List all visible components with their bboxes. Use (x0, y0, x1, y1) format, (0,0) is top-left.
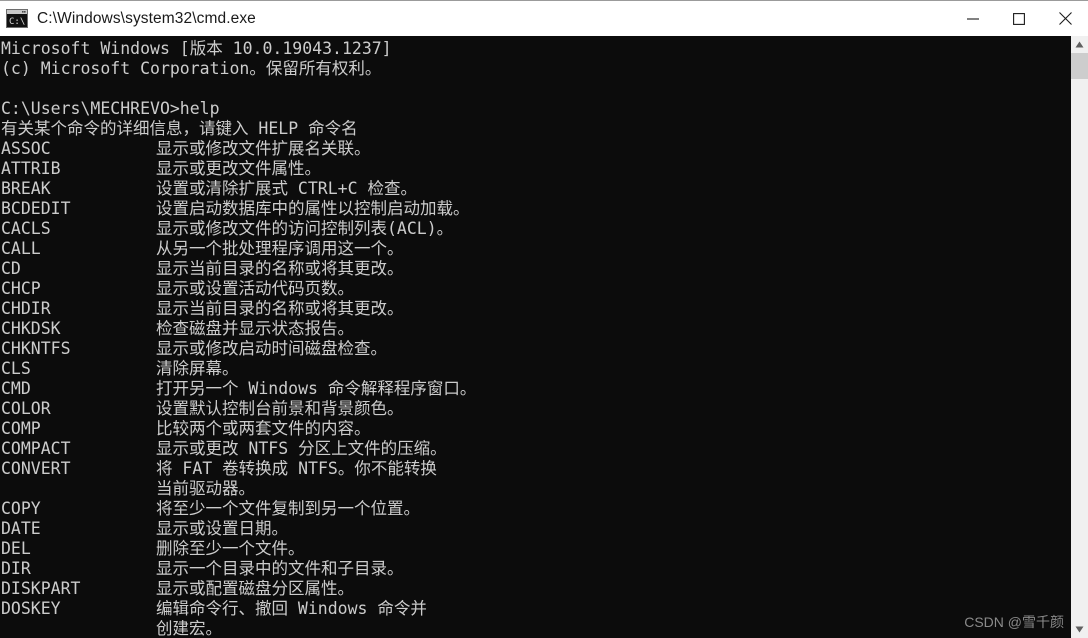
command-name: DEL (1, 539, 31, 558)
console-command-wrap-line: 创建宏。 (1, 619, 1071, 638)
window-controls (950, 1, 1088, 37)
title-bar-left: C:\ C:\Windows\system32\cmd.exe (0, 1, 950, 36)
command-name: CHKNTFS (1, 339, 71, 358)
command-description: 设置启动数据库中的属性以控制启动加载。 (156, 199, 470, 218)
command-description: 打开另一个 Windows 命令解释程序窗口。 (156, 379, 477, 398)
cmd-console-icon: C:\ (6, 9, 28, 28)
command-description: 显示或设置活动代码页数。 (156, 279, 354, 298)
console-command-line: BREAK 设置或清除扩展式 CTRL+C 检查。 (1, 179, 1071, 199)
console-command-line: CLS 清除屏幕。 (1, 359, 1071, 379)
command-description: 显示或配置磁盘分区属性。 (156, 579, 354, 598)
command-description: 显示或更改文件属性。 (156, 159, 321, 178)
console-command-line: CMD 打开另一个 Windows 命令解释程序窗口。 (1, 379, 1071, 399)
svg-text:C:\: C:\ (9, 17, 25, 27)
command-name: COMP (1, 419, 41, 438)
console-output-area[interactable]: Microsoft Windows [版本 10.0.19043.1237] (c… (0, 36, 1071, 638)
command-name: CHCP (1, 279, 41, 298)
command-description-continued: 创建宏。 (156, 619, 222, 638)
command-name: COPY (1, 499, 41, 518)
scrollbar-track[interactable] (1071, 53, 1088, 621)
command-name: DISKPART (1, 579, 81, 598)
minimize-button[interactable] (950, 1, 996, 37)
console-command-line: ATTRIB 显示或更改文件属性。 (1, 159, 1071, 179)
maximize-button[interactable] (996, 1, 1042, 37)
console-command-line: CHKNTFS 显示或修改启动时间磁盘检查。 (1, 339, 1071, 359)
command-description: 从另一个批处理程序调用这一个。 (156, 239, 404, 258)
command-description: 显示或修改文件扩展名关联。 (156, 139, 371, 158)
command-description: 编辑命令行、撤回 Windows 命令并 (156, 599, 427, 618)
console-command-line: CHDIR 显示当前目录的名称或将其更改。 (1, 299, 1071, 319)
command-description: 显示或修改文件的访问控制列表(ACL)。 (156, 219, 454, 238)
console-header-line: 有关某个命令的详细信息，请键入 HELP 命令名 (1, 119, 358, 138)
command-description: 检查磁盘并显示状态报告。 (156, 319, 354, 338)
command-name: ATTRIB (1, 159, 61, 178)
command-name: ASSOC (1, 139, 51, 158)
command-name: CLS (1, 359, 31, 378)
command-name: CONVERT (1, 459, 71, 478)
console-command-line: COPY 将至少一个文件复制到另一个位置。 (1, 499, 1071, 519)
scroll-up-arrow-icon[interactable] (1071, 36, 1088, 53)
console-command-line: DOSKEY 编辑命令行、撤回 Windows 命令并 (1, 599, 1071, 619)
scrollbar-thumb[interactable] (1071, 53, 1088, 79)
console-header-line: Microsoft Windows [版本 10.0.19043.1237] (1, 39, 392, 58)
command-name: DATE (1, 519, 41, 538)
command-name: CALL (1, 239, 41, 258)
console-text: Microsoft Windows [版本 10.0.19043.1237] (c… (0, 36, 1071, 638)
console-command-line: DATE 显示或设置日期。 (1, 519, 1071, 539)
command-description: 显示当前目录的名称或将其更改。 (156, 259, 404, 278)
command-name: DOSKEY (1, 599, 61, 618)
console-command-wrap-line: 当前驱动器。 (1, 479, 1071, 499)
console-command-line: BCDEDIT 设置启动数据库中的属性以控制启动加载。 (1, 199, 1071, 219)
command-name: DIR (1, 559, 31, 578)
console-command-line: COMPACT 显示或更改 NTFS 分区上文件的压缩。 (1, 439, 1071, 459)
console-command-line: CHKDSK 检查磁盘并显示状态报告。 (1, 319, 1071, 339)
command-name: COMPACT (1, 439, 71, 458)
command-description: 删除至少一个文件。 (156, 539, 305, 558)
console-header-line: (c) Microsoft Corporation。保留所有权利。 (1, 59, 382, 78)
command-name: CHDIR (1, 299, 51, 318)
command-name: COLOR (1, 399, 51, 418)
command-description: 显示或更改 NTFS 分区上文件的压缩。 (156, 439, 447, 458)
scroll-down-arrow-icon[interactable] (1071, 621, 1088, 638)
command-description: 显示或设置日期。 (156, 519, 288, 538)
console-command-line: CALL 从另一个批处理程序调用这一个。 (1, 239, 1071, 259)
command-description-continued: 当前驱动器。 (156, 479, 255, 498)
command-description: 将至少一个文件复制到另一个位置。 (156, 499, 420, 518)
console-command-line: COLOR 设置默认控制台前景和背景颜色。 (1, 399, 1071, 419)
command-description: 清除屏幕。 (156, 359, 239, 378)
vertical-scrollbar[interactable] (1071, 36, 1088, 638)
console-command-line: CONVERT 将 FAT 卷转换成 NTFS。你不能转换 (1, 459, 1071, 479)
command-name: BCDEDIT (1, 199, 71, 218)
console-command-line: ASSOC 显示或修改文件扩展名关联。 (1, 139, 1071, 159)
console-command-line: DEL 删除至少一个文件。 (1, 539, 1071, 559)
command-name: CD (1, 259, 21, 278)
command-description: 设置或清除扩展式 CTRL+C 检查。 (156, 179, 417, 198)
command-name: BREAK (1, 179, 51, 198)
close-button[interactable] (1042, 1, 1088, 37)
command-description: 显示一个目录中的文件和子目录。 (156, 559, 404, 578)
command-description: 设置默认控制台前景和背景颜色。 (156, 399, 404, 418)
cmd-window: C:\ C:\Windows\system32\cmd.exe Microsof… (0, 0, 1088, 638)
title-bar[interactable]: C:\ C:\Windows\system32\cmd.exe (0, 0, 1088, 36)
command-name: CHKDSK (1, 319, 61, 338)
command-name: CACLS (1, 219, 51, 238)
console-command-line: DIR 显示一个目录中的文件和子目录。 (1, 559, 1071, 579)
console-header-line: C:\Users\MECHREVO>help (1, 99, 220, 118)
console-command-line: CACLS 显示或修改文件的访问控制列表(ACL)。 (1, 219, 1071, 239)
command-description: 将 FAT 卷转换成 NTFS。你不能转换 (156, 459, 437, 478)
command-description: 显示当前目录的名称或将其更改。 (156, 299, 404, 318)
command-description: 比较两个或两套文件的内容。 (156, 419, 371, 438)
console-command-line: CD 显示当前目录的名称或将其更改。 (1, 259, 1071, 279)
command-name: CMD (1, 379, 31, 398)
command-description: 显示或修改启动时间磁盘检查。 (156, 339, 387, 358)
console-command-line: DISKPART 显示或配置磁盘分区属性。 (1, 579, 1071, 599)
console-command-line: CHCP 显示或设置活动代码页数。 (1, 279, 1071, 299)
console-command-line: COMP 比较两个或两套文件的内容。 (1, 419, 1071, 439)
window-title: C:\Windows\system32\cmd.exe (37, 9, 256, 27)
